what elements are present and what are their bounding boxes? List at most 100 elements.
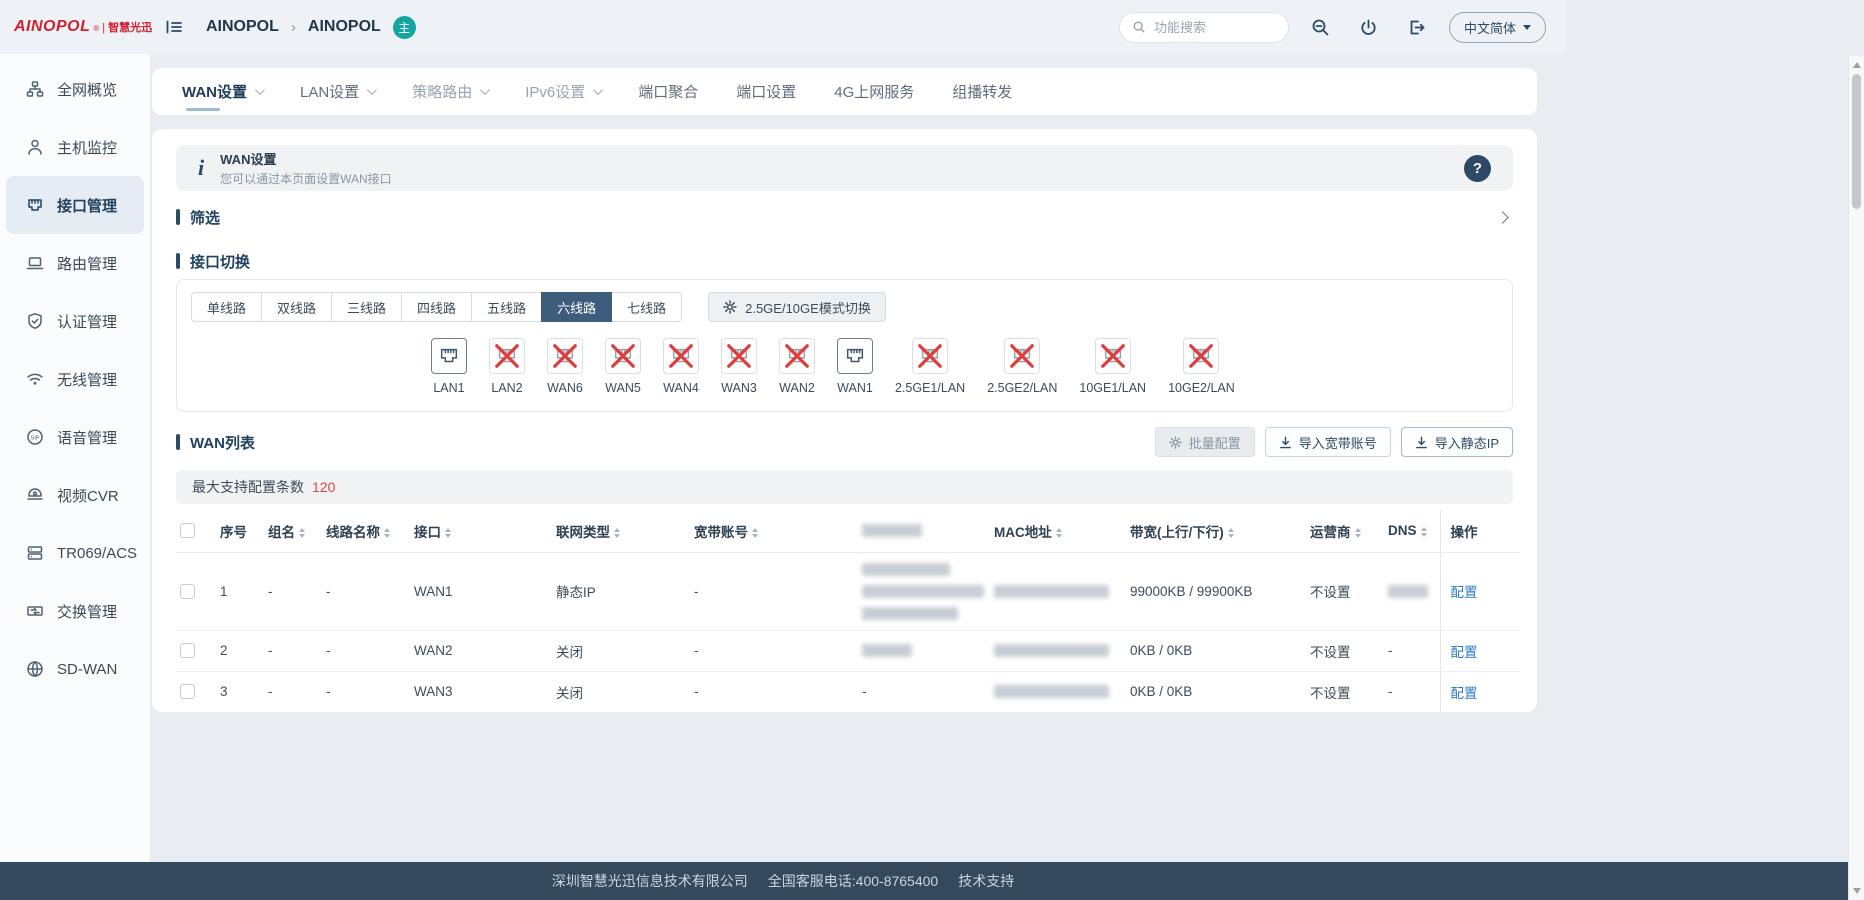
port-wan5[interactable]: WAN5 (605, 338, 641, 395)
col-line-name[interactable]: 线路名称 (322, 510, 410, 552)
registered-mark: ® (93, 24, 99, 33)
sidebar-item-video-cvr[interactable]: 视频CVR (6, 466, 144, 524)
line-mode-2[interactable]: 双线路 (261, 292, 332, 322)
tab-port-settings[interactable]: 端口设置 (736, 81, 796, 102)
select-all-checkbox[interactable] (180, 523, 195, 538)
col-net-type[interactable]: 联网类型 (552, 510, 690, 552)
col-mac[interactable]: MAC地址 (990, 510, 1126, 552)
port-10ge1[interactable]: 10GE1/LAN (1079, 338, 1146, 395)
error-x-icon (1099, 342, 1127, 370)
scroll-up-arrow[interactable] (1853, 62, 1861, 68)
port-label: WAN1 (837, 381, 873, 395)
port-wan6[interactable]: WAN6 (547, 338, 583, 395)
col-bandwidth[interactable]: 带宽(上行/下行) (1126, 510, 1306, 552)
port-25ge2[interactable]: 2.5GE2/LAN (987, 338, 1057, 395)
help-button[interactable]: ? (1464, 155, 1491, 182)
power-icon (1359, 18, 1378, 37)
sort-icon[interactable] (1228, 528, 1234, 538)
sidebar-item-sd-wan[interactable]: SD-WAN (6, 640, 144, 698)
col-dns[interactable]: DNS (1384, 510, 1440, 552)
line-mode-1[interactable]: 单线路 (191, 292, 262, 322)
sidebar-item-wireless-management[interactable]: 无线管理 (6, 350, 144, 408)
download-icon (1279, 436, 1292, 449)
chevron-right-icon[interactable] (1496, 211, 1509, 224)
scrollbar-thumb[interactable] (1852, 74, 1861, 209)
col-interface[interactable]: 接口 (410, 510, 552, 552)
redacted-value (862, 585, 984, 598)
sort-icon[interactable] (752, 528, 758, 538)
function-search[interactable] (1119, 12, 1289, 43)
tab-port-aggregation[interactable]: 端口聚合 (638, 81, 698, 102)
port-wan1[interactable]: WAN1 (837, 338, 873, 395)
line-mode-7[interactable]: 七线路 (611, 292, 682, 322)
sidebar-item-tr069-acs[interactable]: TR069/ACS (6, 524, 144, 582)
port-25ge1[interactable]: 2.5GE1/LAN (895, 338, 965, 395)
search-input[interactable] (1154, 20, 1264, 35)
row-checkbox[interactable] (180, 584, 195, 599)
import-static-ip-button[interactable]: 导入静态IP (1401, 427, 1513, 457)
line-mode-6[interactable]: 六线路 (541, 292, 612, 322)
tab-4g-service[interactable]: 4G上网服务 (834, 81, 914, 102)
line-mode-4[interactable]: 四线路 (401, 292, 472, 322)
sidebar-item-host-monitor[interactable]: 主机监控 (6, 118, 144, 176)
tab-label: LAN设置 (300, 81, 359, 102)
line-mode-5[interactable]: 五线路 (471, 292, 542, 322)
sidebar-item-interface-management[interactable]: 接口管理 (6, 176, 144, 234)
scroll-down-arrow[interactable] (1853, 888, 1861, 894)
sort-icon[interactable] (384, 528, 390, 538)
configure-link[interactable]: 配置 (1451, 585, 1478, 600)
sort-icon[interactable] (1421, 527, 1427, 537)
port-lan1[interactable]: LAN1 (431, 338, 467, 395)
tab-policy-routing[interactable]: 策略路由 (412, 81, 487, 102)
col-account[interactable]: 宽带账号 (690, 510, 858, 552)
tab-ipv6-settings[interactable]: IPv6设置 (525, 81, 600, 102)
sort-icon[interactable] (299, 528, 305, 538)
row-checkbox[interactable] (180, 684, 195, 699)
port-wan4[interactable]: WAN4 (663, 338, 699, 395)
sidebar-item-label: 交换管理 (57, 601, 117, 622)
port-wan3[interactable]: WAN3 (721, 338, 757, 395)
sidebar-item-voice-management[interactable]: SIP 语音管理 (6, 408, 144, 466)
sip-icon: SIP (26, 428, 44, 446)
ge-mode-switch-button[interactable]: 2.5GE/10GE模式切换 (708, 292, 886, 322)
configure-link[interactable]: 配置 (1451, 686, 1478, 701)
breadcrumb: AINOPOL › AINOPOL 主 (206, 16, 416, 39)
tab-multicast-forwarding[interactable]: 组播转发 (952, 81, 1012, 102)
sidebar-item-auth-management[interactable]: 认证管理 (6, 292, 144, 350)
zoom-button[interactable] (1305, 11, 1337, 43)
power-button[interactable] (1353, 11, 1385, 43)
port-lan2[interactable]: LAN2 (489, 338, 525, 395)
col-group[interactable]: 组名 (264, 510, 322, 552)
section-marker (176, 253, 180, 269)
col-isp[interactable]: 运营商 (1306, 510, 1384, 552)
sidebar-item-routing-management[interactable]: 路由管理 (6, 234, 144, 292)
language-selector[interactable]: 中文简体 (1449, 12, 1546, 43)
vertical-scrollbar[interactable] (1848, 56, 1864, 900)
magnifier-icon (1311, 18, 1330, 37)
tab-wan-settings[interactable]: WAN设置 (182, 81, 262, 102)
breadcrumb-item-node[interactable]: AINOPOL (308, 18, 381, 36)
sidebar-collapse-button[interactable] (158, 11, 190, 43)
footer-support-link[interactable]: 技术支持 (958, 871, 1014, 891)
breadcrumb-item-device[interactable]: AINOPOL (206, 18, 279, 36)
line-mode-3[interactable]: 三线路 (331, 292, 402, 322)
logout-button[interactable] (1401, 11, 1433, 43)
sort-icon[interactable] (445, 528, 451, 538)
row-checkbox[interactable] (180, 643, 195, 658)
sort-icon[interactable] (1355, 528, 1361, 538)
sidebar-item-network-overview[interactable]: 全网概览 (6, 60, 144, 118)
sort-icon[interactable] (614, 528, 620, 538)
redacted-column-header (862, 524, 922, 537)
import-broadband-button[interactable]: 导入宽带账号 (1265, 427, 1391, 457)
error-x-icon (667, 342, 695, 370)
sort-icon[interactable] (1056, 528, 1062, 538)
configure-link[interactable]: 配置 (1451, 645, 1478, 660)
port-wan2[interactable]: WAN2 (779, 338, 815, 395)
sidebar-item-switch-management[interactable]: 交换管理 (6, 582, 144, 640)
footer-hotline: 全国客服电话:400-8765400 (768, 871, 938, 891)
batch-config-button[interactable]: 批量配置 (1155, 427, 1255, 457)
port-10ge2[interactable]: 10GE2/LAN (1168, 338, 1235, 395)
tab-lan-settings[interactable]: LAN设置 (300, 81, 374, 102)
sidebar-item-label: 视频CVR (57, 485, 119, 506)
filter-section-header[interactable]: 筛选 (176, 195, 1513, 239)
